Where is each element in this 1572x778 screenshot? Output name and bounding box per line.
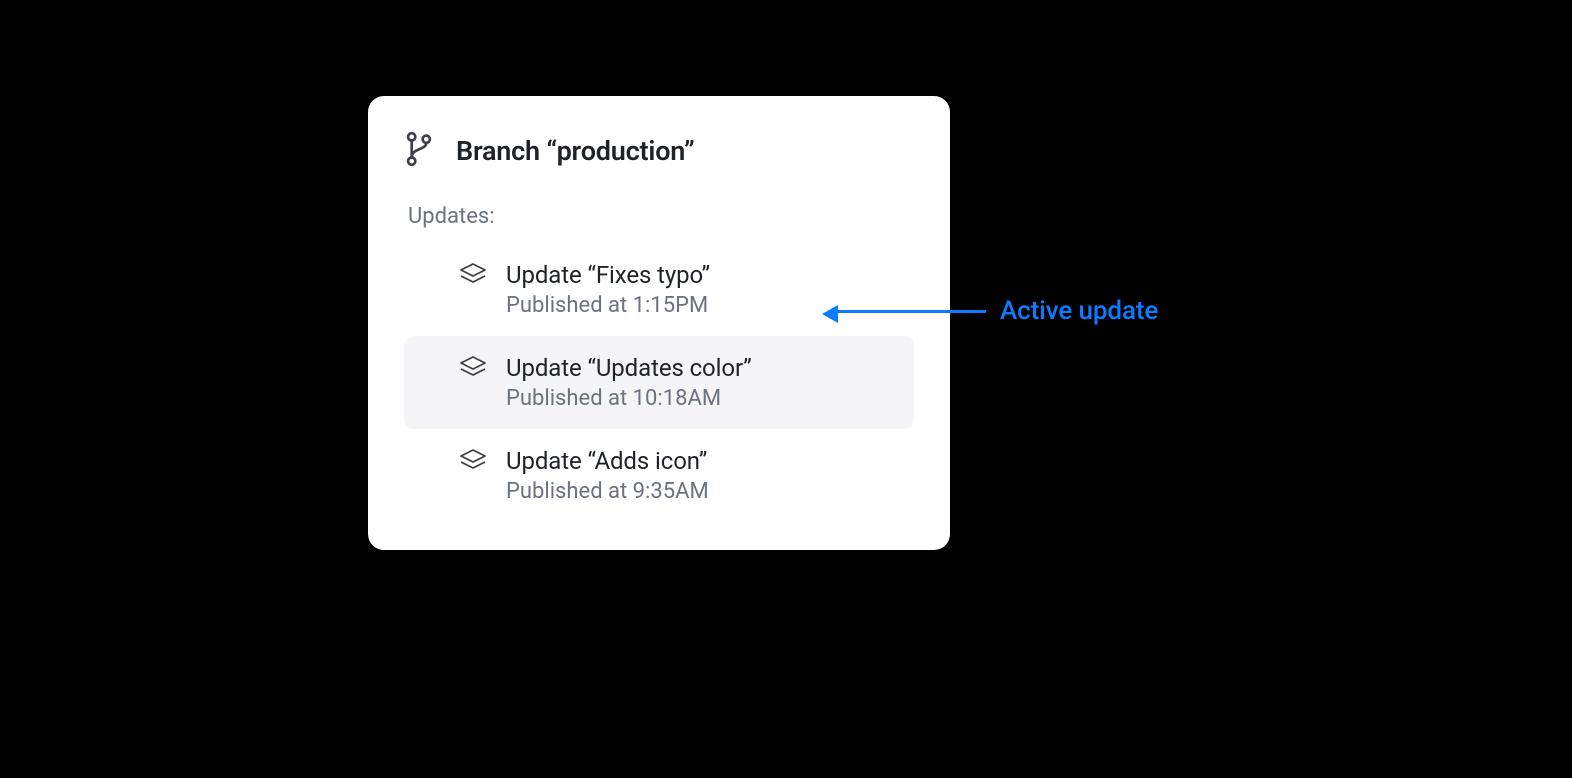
update-item[interactable]: Update “Updates color” Published at 10:1… (404, 336, 914, 429)
update-title: Update “Adds icon” (506, 447, 709, 475)
update-text: Update “Fixes typo” Published at 1:15PM (506, 261, 710, 318)
layers-icon (460, 356, 486, 382)
active-update-annotation: Active update (836, 296, 1158, 326)
updates-list: Update “Fixes typo” Published at 1:15PM … (404, 243, 914, 522)
card-header: Branch “production” (404, 132, 914, 170)
git-branch-icon (404, 132, 434, 170)
layers-icon (460, 263, 486, 289)
layers-icon (460, 449, 486, 475)
update-subtitle: Published at 10:18AM (506, 386, 752, 411)
update-subtitle: Published at 1:15PM (506, 293, 710, 318)
update-title: Update “Fixes typo” (506, 261, 710, 289)
annotation-label: Active update (1000, 296, 1158, 326)
arrow-icon (836, 310, 986, 313)
update-subtitle: Published at 9:35AM (506, 479, 709, 504)
update-item[interactable]: Update “Adds icon” Published at 9:35AM (404, 429, 914, 522)
updates-label: Updates: (408, 204, 914, 229)
update-title: Update “Updates color” (506, 354, 752, 382)
card-title: Branch “production” (456, 135, 694, 167)
update-text: Update “Updates color” Published at 10:1… (506, 354, 752, 411)
update-text: Update “Adds icon” Published at 9:35AM (506, 447, 709, 504)
